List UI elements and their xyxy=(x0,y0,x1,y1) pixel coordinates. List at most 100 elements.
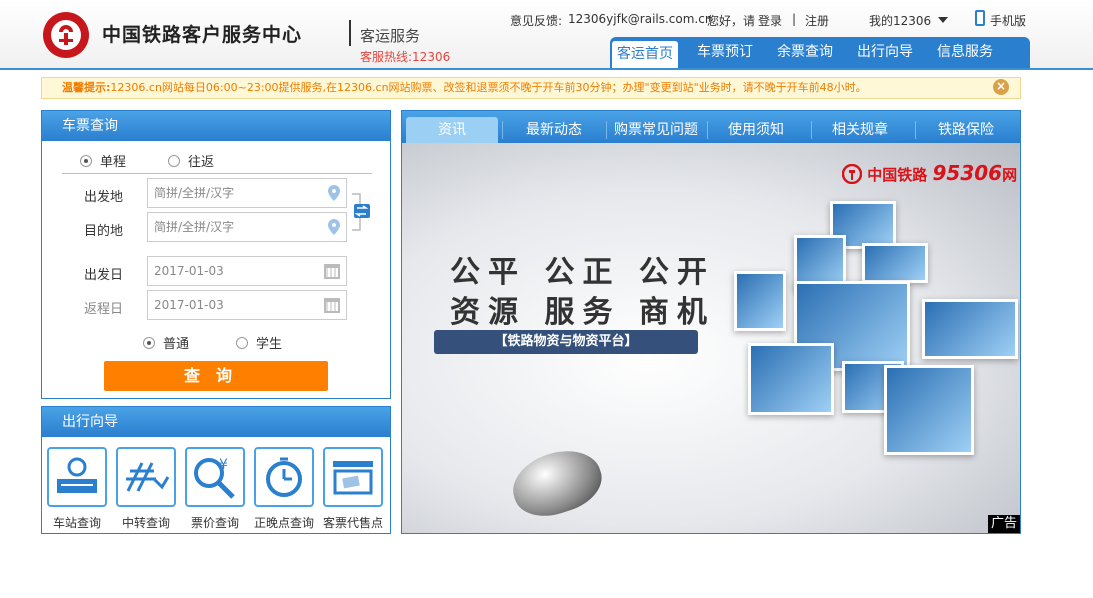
computer-mouse-image xyxy=(504,440,610,526)
return-date-value: 2017-01-03 xyxy=(154,298,224,312)
railway-logo-icon xyxy=(841,163,863,185)
mobile-version-link[interactable]: 手机版 xyxy=(990,12,1026,29)
to-station-input[interactable]: 简拼/全拼/汉字 xyxy=(147,212,347,242)
banner-screen-image xyxy=(748,343,834,415)
delay-query-tile[interactable] xyxy=(254,447,314,507)
to-label: 目的地 xyxy=(84,224,124,239)
ad-tag: 广告 xyxy=(988,515,1020,533)
tab-insurance[interactable]: 铁路保险 xyxy=(918,117,1014,143)
tab-regulations[interactable]: 相关规章 xyxy=(812,117,908,143)
oneway-label: 单程 xyxy=(100,155,127,170)
train-station-icon xyxy=(57,457,97,493)
transfer-track-icon xyxy=(126,462,170,492)
tab-latest[interactable]: 最新动态 xyxy=(506,117,602,143)
greeting: 您好，请 xyxy=(707,14,756,28)
chevron-down-icon[interactable] xyxy=(938,17,948,23)
nav-item-remaining[interactable]: 余票查询 xyxy=(770,37,840,68)
student-label: 学生 xyxy=(256,337,283,352)
calendar-icon[interactable] xyxy=(324,298,340,313)
my12306-menu[interactable]: 我的12306 xyxy=(869,12,931,29)
from-placeholder: 简拼/全拼/汉字 xyxy=(154,186,235,200)
delay-query-label[interactable]: 正晚点查询 xyxy=(249,514,319,531)
news-tabs: 资讯 最新动态 购票常见问题 使用须知 相关规章 铁路保险 xyxy=(402,111,1020,143)
depart-date-label: 出发日 xyxy=(84,268,124,283)
nav-item-home[interactable]: 客运首页 xyxy=(612,41,678,68)
notice-bar: 温馨提示:12306.cn网站每日06:00~23:00提供服务,在12306.… xyxy=(41,77,1021,99)
swap-stations-icon[interactable] xyxy=(352,190,372,234)
location-pin-icon xyxy=(328,185,340,201)
station-query-label[interactable]: 车站查询 xyxy=(42,514,112,531)
query-button[interactable]: 查询 xyxy=(104,361,328,391)
login-link[interactable]: 登录 xyxy=(758,12,782,29)
banner-screen-image xyxy=(884,365,974,455)
banner-screen-image xyxy=(922,299,1018,359)
brand-number: 95306 xyxy=(932,161,1003,185)
slogan-line2: 资源 服务 商机 xyxy=(450,295,715,330)
tab-faq[interactable]: 购票常见问题 xyxy=(607,117,705,143)
normal-ticket-radio[interactable]: 普通 xyxy=(143,333,189,352)
divider xyxy=(62,173,372,174)
return-date-label: 返程日 xyxy=(84,302,124,317)
radio-unchecked-icon[interactable] xyxy=(168,155,180,167)
fare-query-tile[interactable]: ¥ xyxy=(185,447,245,507)
railway-logo-icon[interactable] xyxy=(43,12,89,58)
brand-suffix: 网 xyxy=(1002,166,1018,184)
feedback-email-link[interactable]: 12306yjfk@rails.com.cn xyxy=(568,12,712,26)
transfer-query-label[interactable]: 中转查询 xyxy=(111,514,181,531)
nav-item-info[interactable]: 信息服务 xyxy=(930,37,1000,68)
notice-text: 12306.cn网站每日06:00~23:00提供服务,在12306.cn网站购… xyxy=(110,81,867,94)
mobile-phone-icon[interactable] xyxy=(975,10,985,26)
site-subtitle: 客运服务 xyxy=(360,27,421,45)
ticket-panel-title: 车票查询 xyxy=(42,111,390,141)
travel-guide-panel: 出行向导 ¥ 车站查询 中转查询 票价查询 正晚点查询 客票代售点 xyxy=(41,406,391,534)
tab-separator xyxy=(502,121,503,139)
normal-label: 普通 xyxy=(163,337,190,352)
header: 中国铁路客户服务中心 客运服务 客服热线:12306 意见反馈: 12306yj… xyxy=(0,0,1093,70)
radio-checked-icon[interactable] xyxy=(143,337,155,349)
ticket-agency-tile[interactable] xyxy=(323,447,383,507)
depart-date-value: 2017-01-03 xyxy=(154,264,224,278)
price-magnifier-icon: ¥ xyxy=(194,457,235,499)
radio-checked-icon[interactable] xyxy=(80,155,92,167)
stopwatch-icon xyxy=(266,457,302,497)
svg-text:¥: ¥ xyxy=(219,457,228,473)
calendar-icon[interactable] xyxy=(324,264,340,279)
station-query-tile[interactable] xyxy=(47,447,107,507)
roundtrip-radio[interactable]: 往返 xyxy=(168,151,214,170)
site-name: 中国铁路客户服务中心 xyxy=(102,24,303,46)
brand-prefix: 中国铁路 xyxy=(867,166,928,184)
slogan-line1: 公平 公正 公开 xyxy=(450,255,715,290)
link-separator: | xyxy=(792,12,797,26)
to-placeholder: 简拼/全拼/汉字 xyxy=(154,220,235,234)
notice-label: 温馨提示: xyxy=(62,81,111,94)
location-pin-icon xyxy=(328,219,340,235)
from-label: 出发地 xyxy=(84,190,124,205)
ticket-office-icon xyxy=(333,461,373,495)
nav-item-booking[interactable]: 车票预订 xyxy=(690,37,760,68)
return-date-input[interactable]: 2017-01-03 xyxy=(147,290,347,320)
nav-item-guide[interactable]: 出行向导 xyxy=(850,37,920,68)
feedback-label: 意见反馈: xyxy=(510,14,563,28)
close-icon[interactable]: × xyxy=(993,79,1009,95)
guide-panel-title: 出行向导 xyxy=(42,407,390,437)
banner-screen-image xyxy=(734,271,786,331)
hotline: 客服热线:12306 xyxy=(360,50,451,64)
ticket-agency-label[interactable]: 客票代售点 xyxy=(318,514,388,531)
from-station-input[interactable]: 简拼/全拼/汉字 xyxy=(147,178,347,208)
depart-date-input[interactable]: 2017-01-03 xyxy=(147,256,347,286)
banner-brand: 中国铁路 95306网 xyxy=(841,161,1018,185)
tab-separator xyxy=(915,121,916,139)
title-divider xyxy=(349,20,351,46)
platform-label: 【铁路物资与物资平台】 xyxy=(434,330,698,354)
main-nav: 客运首页 车票预订 余票查询 出行向导 信息服务 xyxy=(610,37,1030,68)
oneway-radio[interactable]: 单程 xyxy=(80,151,126,170)
tab-usage-notes[interactable]: 使用须知 xyxy=(708,117,804,143)
tab-news[interactable]: 资讯 xyxy=(406,117,498,143)
ad-banner[interactable]: 中国铁路 95306网 公平 公正 公开 资源 服务 商机 【铁路物资与物资平台… xyxy=(402,143,1020,533)
radio-unchecked-icon[interactable] xyxy=(236,337,248,349)
fare-query-label[interactable]: 票价查询 xyxy=(180,514,250,531)
transfer-query-tile[interactable] xyxy=(116,447,176,507)
register-link[interactable]: 注册 xyxy=(805,12,829,29)
student-ticket-radio[interactable]: 学生 xyxy=(236,333,282,352)
banner-screen-image xyxy=(862,243,928,283)
